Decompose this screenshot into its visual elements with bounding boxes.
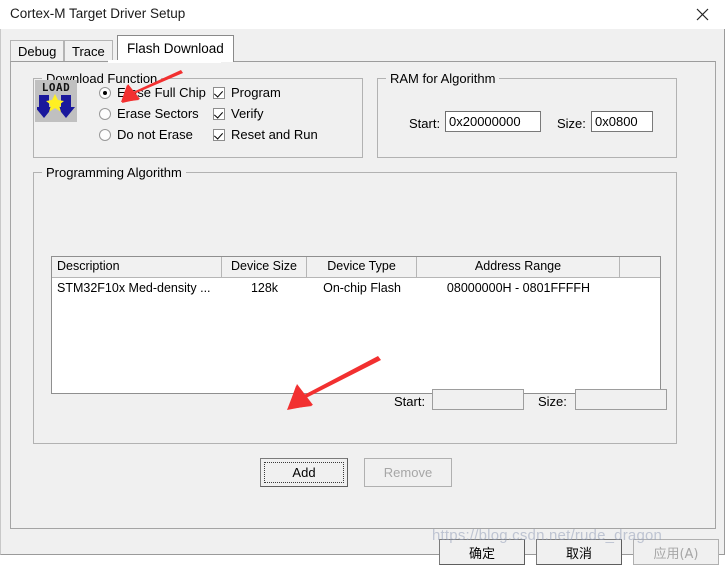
- radio-erase-sectors-indicator: [99, 107, 111, 120]
- checkbox-program-indicator: [213, 86, 225, 99]
- checkbox-verify-label: Verify: [231, 106, 264, 121]
- window-title: Cortex-M Target Driver Setup: [10, 6, 186, 21]
- load-icon: LOAD: [35, 80, 77, 122]
- cell-extra: [620, 278, 660, 298]
- remove-button-label: Remove: [383, 465, 433, 480]
- column-header-description[interactable]: Description: [52, 257, 222, 277]
- selection-start-label: Start:: [394, 394, 426, 409]
- checkbox-reset-and-run[interactable]: Reset and Run: [213, 127, 318, 142]
- radio-do-not-erase-indicator: [99, 128, 111, 141]
- selection-start-input[interactable]: [432, 389, 524, 410]
- checkbox-program[interactable]: Program: [213, 85, 281, 100]
- target-driver-setup-dialog: Cortex-M Target Driver Setup Debug Trace…: [0, 0, 725, 565]
- radio-erase-sectors[interactable]: Erase Sectors: [99, 106, 199, 121]
- active-tab-connector: [108, 60, 221, 63]
- column-header-device-type[interactable]: Device Type: [307, 257, 417, 277]
- checkbox-verify[interactable]: Verify: [213, 106, 264, 121]
- radio-erase-full-chip-label: Erase Full Chip: [117, 85, 206, 100]
- close-button[interactable]: [680, 0, 725, 28]
- ram-size-input[interactable]: 0x0800: [591, 111, 653, 132]
- cell-device-size: 128k: [250, 281, 279, 295]
- tab-strip: Debug Trace Flash Download: [10, 35, 716, 62]
- radio-do-not-erase-label: Do not Erase: [117, 127, 193, 142]
- tab-debug[interactable]: Debug: [10, 40, 65, 62]
- column-header-device-size[interactable]: Device Size: [222, 257, 307, 277]
- cancel-button-label: 取消: [565, 546, 592, 562]
- cell-address-range: 08000000H - 0801FFFFH: [446, 281, 591, 295]
- apply-button-label: 应用(A): [653, 546, 699, 562]
- checkbox-reset-and-run-label: Reset and Run: [231, 127, 318, 142]
- tab-flash-download[interactable]: Flash Download: [117, 35, 234, 62]
- title-bar: Cortex-M Target Driver Setup: [0, 0, 725, 30]
- add-button-label: Add: [292, 465, 316, 480]
- checkbox-verify-indicator: [213, 107, 225, 120]
- column-header-address-range[interactable]: Address Range: [417, 257, 620, 277]
- programming-algorithm-group-title: Programming Algorithm: [42, 165, 186, 180]
- radio-erase-full-chip[interactable]: Erase Full Chip: [99, 85, 206, 100]
- load-arrows-icon: [37, 94, 75, 118]
- selection-size-label: Size:: [538, 394, 567, 409]
- table-header-row: Description Device Size Device Type Addr…: [52, 257, 660, 278]
- flash-download-panel: Download Function LOAD Erase Full Chip E…: [10, 61, 716, 529]
- add-button[interactable]: Add: [260, 458, 348, 487]
- ram-start-input[interactable]: 0x20000000: [445, 111, 541, 132]
- cell-device-type: On-chip Flash: [323, 281, 401, 295]
- ok-button[interactable]: 确定: [439, 539, 525, 565]
- cell-description: STM32F10x Med-density ...: [57, 281, 211, 295]
- table-row[interactable]: STM32F10x Med-density ... 128k On-chip F…: [52, 278, 660, 298]
- checkbox-reset-and-run-indicator: [213, 128, 225, 141]
- checkbox-program-label: Program: [231, 85, 281, 100]
- ram-start-label: Start:: [409, 116, 441, 131]
- ok-button-label: 确定: [468, 546, 495, 562]
- dialog-client-area: Debug Trace Flash Download Download Func…: [0, 29, 725, 565]
- tab-trace[interactable]: Trace: [64, 40, 113, 62]
- radio-do-not-erase[interactable]: Do not Erase: [99, 127, 193, 142]
- ram-size-label: Size:: [557, 116, 586, 131]
- remove-button[interactable]: Remove: [364, 458, 452, 487]
- cancel-button[interactable]: 取消: [536, 539, 622, 565]
- radio-erase-sectors-label: Erase Sectors: [117, 106, 199, 121]
- ram-for-algorithm-group-title: RAM for Algorithm: [386, 71, 500, 86]
- apply-button[interactable]: 应用(A): [633, 539, 719, 565]
- programming-algorithm-table[interactable]: Description Device Size Device Type Addr…: [51, 256, 661, 394]
- close-icon: [696, 8, 709, 20]
- radio-erase-full-chip-indicator: [99, 86, 111, 99]
- selection-size-input[interactable]: [575, 389, 667, 410]
- column-header-extra[interactable]: [620, 257, 660, 277]
